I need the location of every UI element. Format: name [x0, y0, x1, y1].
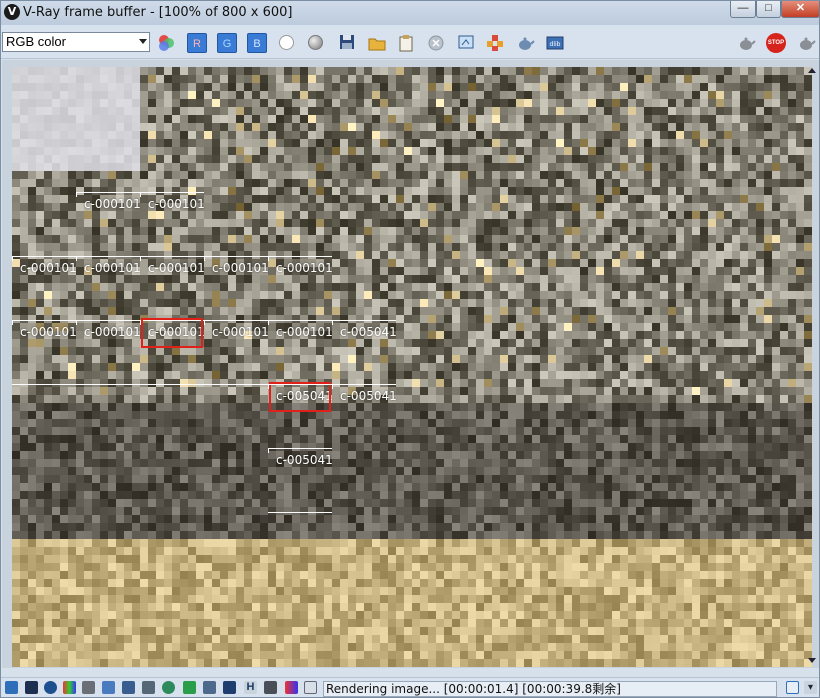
teapot-icon[interactable]	[515, 33, 535, 53]
window-title: V-Ray frame buffer - [100% of 800 x 600]	[23, 5, 293, 20]
v-flip-icon[interactable]	[264, 681, 277, 694]
history-icon[interactable]	[5, 681, 18, 694]
bucket-label: c-000101	[20, 325, 77, 339]
bucket-edge	[268, 448, 332, 449]
close-button[interactable]: ✕	[781, 1, 820, 18]
scroll-up-icon[interactable]	[808, 68, 816, 73]
highlighted-bucket-box	[141, 318, 203, 348]
bucket-label: c-000101	[84, 261, 141, 275]
gray-dot-icon[interactable]	[308, 35, 323, 50]
bucket-edge	[76, 256, 140, 257]
channel-select-value: RGB color	[6, 34, 66, 49]
save-icon[interactable]	[338, 33, 358, 53]
open-folder-icon[interactable]	[367, 33, 387, 53]
bucket-edge	[140, 256, 204, 257]
lens-effects-icon[interactable]	[183, 681, 196, 694]
lut-icon[interactable]: dlib	[545, 33, 565, 53]
bucket-edge	[268, 256, 332, 257]
bucket-edge	[12, 320, 76, 321]
clipboard-icon[interactable]	[396, 33, 416, 53]
bucket-label: c-000101	[84, 197, 141, 211]
title-bar[interactable]: V V-Ray frame buffer - [100% of 800 x 60…	[1, 1, 820, 25]
stop-icon[interactable]: STOP	[766, 33, 786, 53]
bucket-label: c-000101	[84, 325, 141, 339]
bucket-label: c-000101	[148, 261, 205, 275]
highlighted-bucket-box	[269, 382, 331, 412]
window-layout-icon[interactable]	[786, 681, 799, 694]
compare-icon[interactable]	[285, 681, 298, 694]
clear-icon[interactable]	[426, 33, 446, 53]
vray-logo-icon[interactable]: V	[4, 4, 20, 20]
gear-icon[interactable]	[162, 681, 175, 694]
minimize-button[interactable]: —	[730, 1, 756, 18]
collapse-icon[interactable]: ▾	[804, 681, 817, 694]
white-dot-icon[interactable]	[279, 35, 294, 50]
blue-channel-button[interactable]: B	[247, 33, 267, 53]
vray-frame-buffer-window: V V-Ray frame buffer - [100% of 800 x 60…	[0, 0, 820, 698]
render-viewport[interactable]: c-000101 c-000101 c-000101 c-000101 c-000101…	[2, 60, 819, 668]
bucket-edge	[204, 320, 268, 321]
histogram-icon[interactable]	[142, 681, 155, 694]
green-channel-button[interactable]: G	[217, 33, 237, 53]
scroll-down-icon[interactable]	[808, 658, 816, 663]
render-status-text: Rendering image... [00:00:01.4] [00:00:3…	[323, 681, 777, 697]
bucket-edge	[140, 192, 204, 193]
bucket-edge	[76, 192, 140, 193]
bucket-edge	[76, 320, 140, 321]
red-channel-button[interactable]: R	[187, 33, 207, 53]
bucket-edge	[268, 320, 332, 321]
bucket-label: c-000101	[276, 261, 333, 275]
channel-select[interactable]: RGB color	[2, 32, 150, 52]
maximize-button[interactable]: □	[756, 1, 781, 18]
teapot-icon[interactable]	[796, 33, 816, 53]
bucket-edge	[332, 320, 396, 321]
monitor-icon[interactable]	[25, 681, 38, 694]
ocio-icon[interactable]	[223, 681, 236, 694]
bucket-label: c-005041	[276, 453, 333, 467]
track-mouse-icon[interactable]	[485, 33, 505, 53]
teapot-icon[interactable]	[736, 33, 756, 53]
curves-icon[interactable]	[122, 681, 135, 694]
color-mix-icon[interactable]	[156, 33, 176, 53]
render-pixels	[12, 67, 812, 667]
toolbar: RGB color R G B dlib STOP	[1, 25, 819, 59]
status-bar: H Rendering image... [00:00:01.4] [00:00…	[1, 677, 819, 697]
h-flip-icon[interactable]: H	[244, 681, 257, 694]
bucket-label: c-000101	[212, 325, 269, 339]
chevron-down-icon	[139, 39, 147, 44]
bucket-label: c-000101	[148, 197, 205, 211]
bucket-label: c-000101	[20, 261, 77, 275]
bucket-edge	[204, 256, 268, 257]
bucket-edge	[12, 384, 396, 385]
stamp-icon[interactable]	[203, 681, 216, 694]
bucket-label: c-005041	[340, 389, 397, 403]
split-icon[interactable]	[304, 681, 317, 694]
color-correction-icon[interactable]	[63, 681, 76, 694]
bucket-edge	[12, 256, 76, 257]
info-icon[interactable]	[44, 681, 57, 694]
bucket-label: c-005041	[340, 325, 397, 339]
bucket-edge	[268, 512, 332, 513]
hsl-icon[interactable]	[82, 681, 95, 694]
region-icon[interactable]	[456, 33, 476, 53]
svg-text:dlib: dlib	[550, 41, 561, 48]
rendered-image[interactable]: c-000101 c-000101 c-000101 c-000101 c-000101…	[12, 67, 812, 667]
levels-icon[interactable]	[102, 681, 115, 694]
bucket-label: c-000101	[276, 325, 333, 339]
bucket-label: c-000101	[212, 261, 269, 275]
